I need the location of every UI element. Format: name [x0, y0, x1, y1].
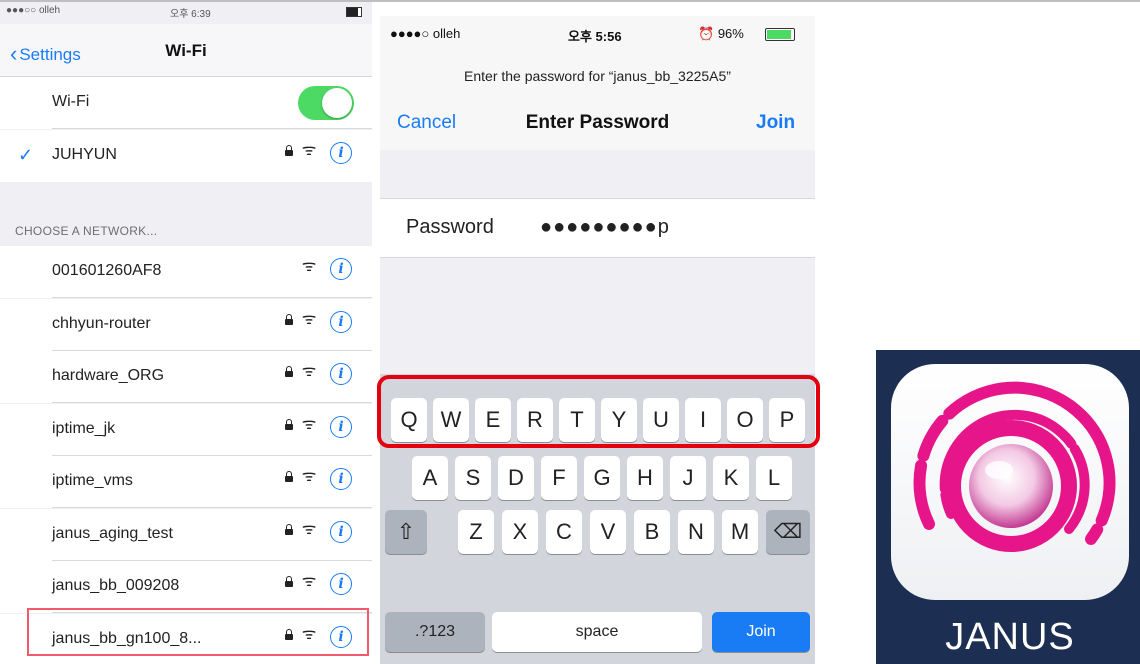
key-f[interactable]: F: [541, 456, 577, 500]
wifi-signal-icon: ᯤ: [301, 415, 317, 433]
shift-key[interactable]: ⇧: [385, 510, 427, 554]
key-z[interactable]: Z: [458, 510, 494, 554]
key-n[interactable]: N: [678, 510, 714, 554]
info-icon[interactable]: i: [330, 415, 352, 438]
network-row[interactable]: iptime_vms ᯤ i: [0, 456, 372, 508]
page-title: Enter Password: [525, 112, 670, 133]
network-name: hardware_ORG: [52, 367, 165, 384]
toggle-knob: [322, 88, 352, 118]
wifi-signal-icon: ᯤ: [301, 468, 317, 485]
page-title: Wi-Fi: [165, 41, 207, 60]
wifi-signal-icon: ᯤ: [301, 142, 317, 159]
key-c[interactable]: C: [546, 510, 582, 554]
wifi-toggle[interactable]: [298, 86, 354, 120]
key-d[interactable]: D: [498, 456, 534, 500]
janus-app-icon-panel: JANUS: [876, 350, 1140, 664]
network-name: JUHYUN: [52, 146, 117, 163]
network-name: 001601260AF8: [52, 262, 162, 279]
network-row[interactable]: iptime_jk ᯤ i: [0, 403, 372, 456]
checkmark-icon: ✓: [18, 145, 34, 165]
alarm-icon: ⏰: [698, 26, 715, 41]
network-row[interactable]: hardware_ORG ᯤ i: [0, 351, 372, 403]
key-x[interactable]: X: [502, 510, 538, 554]
key-h[interactable]: H: [627, 456, 663, 500]
join-button[interactable]: Join: [756, 112, 795, 134]
key-j[interactable]: J: [670, 456, 706, 500]
connected-network-row[interactable]: ✓ JUHYUN ᯤ i: [0, 130, 372, 182]
password-form: Password ●●●●●●●●●p: [380, 150, 815, 388]
space-key[interactable]: space: [492, 612, 702, 652]
key-b[interactable]: B: [634, 510, 670, 554]
keyboard-join-key[interactable]: Join: [712, 612, 810, 652]
clock: 오후 5:56: [568, 29, 622, 44]
janus-logo-icon: [913, 381, 1116, 552]
status-bar: ●●●●○ olleh 오후 5:56 ⏰ 96%: [380, 16, 815, 50]
clock: 오후 6:39: [170, 9, 211, 20]
wifi-toggle-row: Wi-Fi: [0, 77, 372, 129]
delete-key[interactable]: ⌫: [766, 510, 810, 554]
password-field-row[interactable]: Password ●●●●●●●●●p: [380, 198, 815, 258]
carrier-label: ●●●○○ olleh: [6, 5, 61, 16]
network-name: janus_bb_009208: [52, 577, 180, 594]
keyboard-highlight-box: [377, 375, 820, 448]
network-name: iptime_vms: [52, 472, 133, 489]
lock-icon: [285, 523, 293, 535]
battery-icon: [765, 28, 795, 41]
password-input[interactable]: ●●●●●●●●●p: [540, 216, 670, 239]
carrier-label: ●●●●○ olleh: [390, 26, 461, 41]
wifi-signal-icon: ᯤ: [301, 363, 317, 380]
network-row[interactable]: janus_aging_test ᯤ i: [0, 508, 372, 561]
key-m[interactable]: M: [722, 510, 758, 554]
battery-percent: 96%: [717, 26, 744, 41]
section-header: CHOOSE A NETWORK...: [15, 224, 158, 238]
enter-password-screen: ●●●●○ olleh 오후 5:56 ⏰ 96% Enter the pass…: [380, 16, 815, 664]
battery-icon: [346, 7, 362, 17]
nav-bar: ‹ Settings Wi-Fi: [0, 24, 372, 77]
wifi-toggle-label: Wi-Fi: [52, 93, 90, 110]
info-icon[interactable]: i: [330, 142, 352, 164]
wifi-signal-icon: ᯤ: [301, 520, 317, 538]
lock-icon: [285, 576, 293, 587]
numbers-key[interactable]: .?123: [385, 612, 485, 652]
wifi-signal-icon: ᯤ: [301, 310, 317, 328]
info-icon[interactable]: i: [330, 258, 352, 280]
wifi-signal-icon: ᯤ: [301, 573, 317, 590]
info-icon[interactable]: i: [330, 310, 352, 333]
password-label: Password: [406, 216, 494, 238]
row-separator: [52, 128, 372, 129]
network-name: chhyun-router: [52, 314, 151, 332]
app-name-label: JANUS: [945, 616, 1075, 658]
key-g[interactable]: G: [584, 456, 620, 500]
key-v[interactable]: V: [590, 510, 626, 554]
network-name: iptime_jk: [52, 419, 116, 437]
lock-icon: [285, 418, 293, 430]
status-bar: ●●●○○ olleh 오후 6:39: [0, 2, 372, 24]
wifi-signal-icon: ᯤ: [301, 258, 317, 275]
key-a[interactable]: A: [412, 456, 448, 500]
lock-icon: [285, 471, 293, 482]
network-row[interactable]: 001601260AF8 ᯤ i: [0, 246, 372, 298]
info-icon[interactable]: i: [330, 573, 352, 595]
janus-app-icon[interactable]: [891, 364, 1129, 600]
key-k[interactable]: K: [713, 456, 749, 500]
info-icon[interactable]: i: [330, 468, 352, 490]
battery-status: ⏰ 96%: [698, 26, 744, 42]
network-row[interactable]: chhyun-router ᯤ i: [0, 298, 372, 351]
network-row[interactable]: janus_bb_009208 ᯤ i: [0, 561, 372, 613]
lock-icon: [285, 366, 293, 377]
lock-icon: [285, 313, 293, 325]
highlight-box: [27, 608, 369, 656]
lock-icon: [285, 145, 293, 156]
key-s[interactable]: S: [455, 456, 491, 500]
key-l[interactable]: L: [756, 456, 792, 500]
network-name: janus_aging_test: [52, 524, 173, 542]
info-icon[interactable]: i: [330, 363, 352, 385]
wifi-settings-screen: ●●●○○ olleh 오후 6:39 ‹ Settings Wi-Fi Wi-F…: [0, 2, 372, 664]
password-prompt: Enter the password for “janus_bb_3225A5”: [464, 68, 731, 84]
info-icon[interactable]: i: [330, 520, 352, 543]
